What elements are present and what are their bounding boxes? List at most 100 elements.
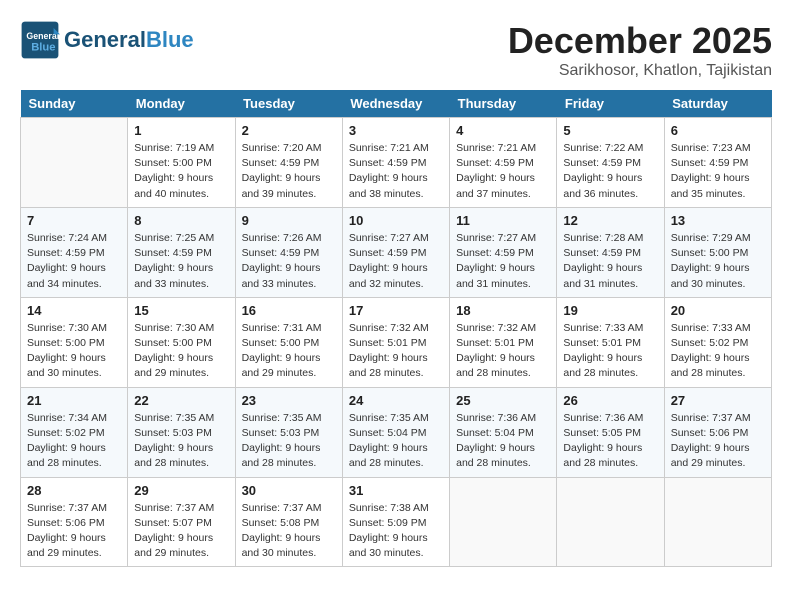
weekday-header-tuesday: Tuesday bbox=[235, 90, 342, 118]
day-number: 20 bbox=[671, 303, 765, 318]
day-number: 27 bbox=[671, 393, 765, 408]
calendar-cell: 15 Sunrise: 7:30 AMSunset: 5:00 PMDayligh… bbox=[128, 297, 235, 387]
location-title: Sarikhosor, Khatlon, Tajikistan bbox=[508, 62, 772, 80]
calendar-cell: 18 Sunrise: 7:32 AMSunset: 5:01 PMDayligh… bbox=[450, 297, 557, 387]
day-info: Sunrise: 7:23 AMSunset: 4:59 PMDaylight:… bbox=[671, 141, 765, 202]
calendar-cell bbox=[21, 118, 128, 208]
day-number: 4 bbox=[456, 123, 550, 138]
calendar-cell: 12 Sunrise: 7:28 AMSunset: 4:59 PMDayligh… bbox=[557, 207, 664, 297]
day-number: 29 bbox=[134, 483, 228, 498]
day-info: Sunrise: 7:35 AMSunset: 5:03 PMDaylight:… bbox=[242, 411, 336, 472]
calendar-cell: 7 Sunrise: 7:24 AMSunset: 4:59 PMDaylight… bbox=[21, 207, 128, 297]
day-info: Sunrise: 7:36 AMSunset: 5:05 PMDaylight:… bbox=[563, 411, 657, 472]
day-info: Sunrise: 7:27 AMSunset: 4:59 PMDaylight:… bbox=[456, 231, 550, 292]
day-number: 8 bbox=[134, 213, 228, 228]
calendar-cell: 27 Sunrise: 7:37 AMSunset: 5:06 PMDayligh… bbox=[664, 387, 771, 477]
calendar-cell: 21 Sunrise: 7:34 AMSunset: 5:02 PMDayligh… bbox=[21, 387, 128, 477]
day-info: Sunrise: 7:28 AMSunset: 4:59 PMDaylight:… bbox=[563, 231, 657, 292]
day-info: Sunrise: 7:29 AMSunset: 5:00 PMDaylight:… bbox=[671, 231, 765, 292]
calendar-week-4: 21 Sunrise: 7:34 AMSunset: 5:02 PMDayligh… bbox=[21, 387, 772, 477]
day-info: Sunrise: 7:37 AMSunset: 5:08 PMDaylight:… bbox=[242, 501, 336, 562]
day-number: 21 bbox=[27, 393, 121, 408]
day-info: Sunrise: 7:22 AMSunset: 4:59 PMDaylight:… bbox=[563, 141, 657, 202]
calendar-cell: 23 Sunrise: 7:35 AMSunset: 5:03 PMDayligh… bbox=[235, 387, 342, 477]
weekday-header-thursday: Thursday bbox=[450, 90, 557, 118]
day-info: Sunrise: 7:21 AMSunset: 4:59 PMDaylight:… bbox=[456, 141, 550, 202]
calendar-cell: 22 Sunrise: 7:35 AMSunset: 5:03 PMDayligh… bbox=[128, 387, 235, 477]
day-number: 22 bbox=[134, 393, 228, 408]
calendar-cell: 6 Sunrise: 7:23 AMSunset: 4:59 PMDaylight… bbox=[664, 118, 771, 208]
calendar-cell: 10 Sunrise: 7:27 AMSunset: 4:59 PMDayligh… bbox=[342, 207, 449, 297]
calendar-cell: 5 Sunrise: 7:22 AMSunset: 4:59 PMDaylight… bbox=[557, 118, 664, 208]
day-number: 6 bbox=[671, 123, 765, 138]
day-info: Sunrise: 7:38 AMSunset: 5:09 PMDaylight:… bbox=[349, 501, 443, 562]
day-number: 2 bbox=[242, 123, 336, 138]
day-info: Sunrise: 7:37 AMSunset: 5:07 PMDaylight:… bbox=[134, 501, 228, 562]
day-info: Sunrise: 7:33 AMSunset: 5:01 PMDaylight:… bbox=[563, 321, 657, 382]
day-number: 15 bbox=[134, 303, 228, 318]
calendar-cell: 31 Sunrise: 7:38 AMSunset: 5:09 PMDayligh… bbox=[342, 477, 449, 567]
weekday-header-row: SundayMondayTuesdayWednesdayThursdayFrid… bbox=[21, 90, 772, 118]
day-info: Sunrise: 7:25 AMSunset: 4:59 PMDaylight:… bbox=[134, 231, 228, 292]
calendar-cell: 1Sunrise: 7:19 AMSunset: 5:00 PMDaylight… bbox=[128, 118, 235, 208]
day-info: Sunrise: 7:30 AMSunset: 5:00 PMDaylight:… bbox=[134, 321, 228, 382]
day-number: 11 bbox=[456, 213, 550, 228]
calendar-cell bbox=[450, 477, 557, 567]
day-info: Sunrise: 7:31 AMSunset: 5:00 PMDaylight:… bbox=[242, 321, 336, 382]
day-number: 25 bbox=[456, 393, 550, 408]
day-info: Sunrise: 7:33 AMSunset: 5:02 PMDaylight:… bbox=[671, 321, 765, 382]
logo-blue: Blue bbox=[146, 27, 194, 52]
day-info: Sunrise: 7:34 AMSunset: 5:02 PMDaylight:… bbox=[27, 411, 121, 472]
day-info: Sunrise: 7:36 AMSunset: 5:04 PMDaylight:… bbox=[456, 411, 550, 472]
day-number: 10 bbox=[349, 213, 443, 228]
day-number: 18 bbox=[456, 303, 550, 318]
calendar-week-5: 28 Sunrise: 7:37 AMSunset: 5:06 PMDayligh… bbox=[21, 477, 772, 567]
title-area: December 2025 Sarikhosor, Khatlon, Tajik… bbox=[508, 20, 772, 80]
weekday-header-sunday: Sunday bbox=[21, 90, 128, 118]
day-number: 12 bbox=[563, 213, 657, 228]
day-number: 3 bbox=[349, 123, 443, 138]
day-info: Sunrise: 7:35 AMSunset: 5:04 PMDaylight:… bbox=[349, 411, 443, 472]
weekday-header-monday: Monday bbox=[128, 90, 235, 118]
day-info: Sunrise: 7:37 AMSunset: 5:06 PMDaylight:… bbox=[27, 501, 121, 562]
day-number: 28 bbox=[27, 483, 121, 498]
day-info: Sunrise: 7:26 AMSunset: 4:59 PMDaylight:… bbox=[242, 231, 336, 292]
day-number: 9 bbox=[242, 213, 336, 228]
day-number: 14 bbox=[27, 303, 121, 318]
calendar-cell: 9 Sunrise: 7:26 AMSunset: 4:59 PMDaylight… bbox=[235, 207, 342, 297]
calendar-cell: 16 Sunrise: 7:31 AMSunset: 5:00 PMDayligh… bbox=[235, 297, 342, 387]
calendar-cell: 29 Sunrise: 7:37 AMSunset: 5:07 PMDayligh… bbox=[128, 477, 235, 567]
day-info: Sunrise: 7:35 AMSunset: 5:03 PMDaylight:… bbox=[134, 411, 228, 472]
day-number: 16 bbox=[242, 303, 336, 318]
day-number: 23 bbox=[242, 393, 336, 408]
logo-icon: General Blue bbox=[20, 20, 60, 60]
calendar-cell: 13 Sunrise: 7:29 AMSunset: 5:00 PMDayligh… bbox=[664, 207, 771, 297]
calendar-cell: 25 Sunrise: 7:36 AMSunset: 5:04 PMDayligh… bbox=[450, 387, 557, 477]
day-info: Sunrise: 7:32 AMSunset: 5:01 PMDaylight:… bbox=[456, 321, 550, 382]
calendar-cell: 28 Sunrise: 7:37 AMSunset: 5:06 PMDayligh… bbox=[21, 477, 128, 567]
calendar-cell: 14 Sunrise: 7:30 AMSunset: 5:00 PMDayligh… bbox=[21, 297, 128, 387]
day-info: Sunrise: 7:32 AMSunset: 5:01 PMDaylight:… bbox=[349, 321, 443, 382]
day-info: Sunrise: 7:37 AMSunset: 5:06 PMDaylight:… bbox=[671, 411, 765, 472]
day-info: Sunrise: 7:27 AMSunset: 4:59 PMDaylight:… bbox=[349, 231, 443, 292]
month-title: December 2025 bbox=[508, 20, 772, 62]
day-number: 19 bbox=[563, 303, 657, 318]
calendar-cell: 8 Sunrise: 7:25 AMSunset: 4:59 PMDaylight… bbox=[128, 207, 235, 297]
page-header: General Blue GeneralBlue December 2025 S… bbox=[20, 20, 772, 80]
day-number: 31 bbox=[349, 483, 443, 498]
calendar-cell: 20 Sunrise: 7:33 AMSunset: 5:02 PMDayligh… bbox=[664, 297, 771, 387]
day-number: 24 bbox=[349, 393, 443, 408]
day-info: Sunrise: 7:30 AMSunset: 5:00 PMDaylight:… bbox=[27, 321, 121, 382]
day-info: Sunrise: 7:21 AMSunset: 4:59 PMDaylight:… bbox=[349, 141, 443, 202]
calendar-week-1: 1Sunrise: 7:19 AMSunset: 5:00 PMDaylight… bbox=[21, 118, 772, 208]
weekday-header-wednesday: Wednesday bbox=[342, 90, 449, 118]
calendar-table: SundayMondayTuesdayWednesdayThursdayFrid… bbox=[20, 90, 772, 567]
svg-text:Blue: Blue bbox=[31, 41, 55, 53]
day-number: 5 bbox=[563, 123, 657, 138]
calendar-cell: 24 Sunrise: 7:35 AMSunset: 5:04 PMDayligh… bbox=[342, 387, 449, 477]
calendar-week-3: 14 Sunrise: 7:30 AMSunset: 5:00 PMDayligh… bbox=[21, 297, 772, 387]
day-number: 13 bbox=[671, 213, 765, 228]
day-info: Sunrise: 7:19 AMSunset: 5:00 PMDaylight:… bbox=[134, 141, 228, 202]
day-number: 7 bbox=[27, 213, 121, 228]
day-info: Sunrise: 7:24 AMSunset: 4:59 PMDaylight:… bbox=[27, 231, 121, 292]
